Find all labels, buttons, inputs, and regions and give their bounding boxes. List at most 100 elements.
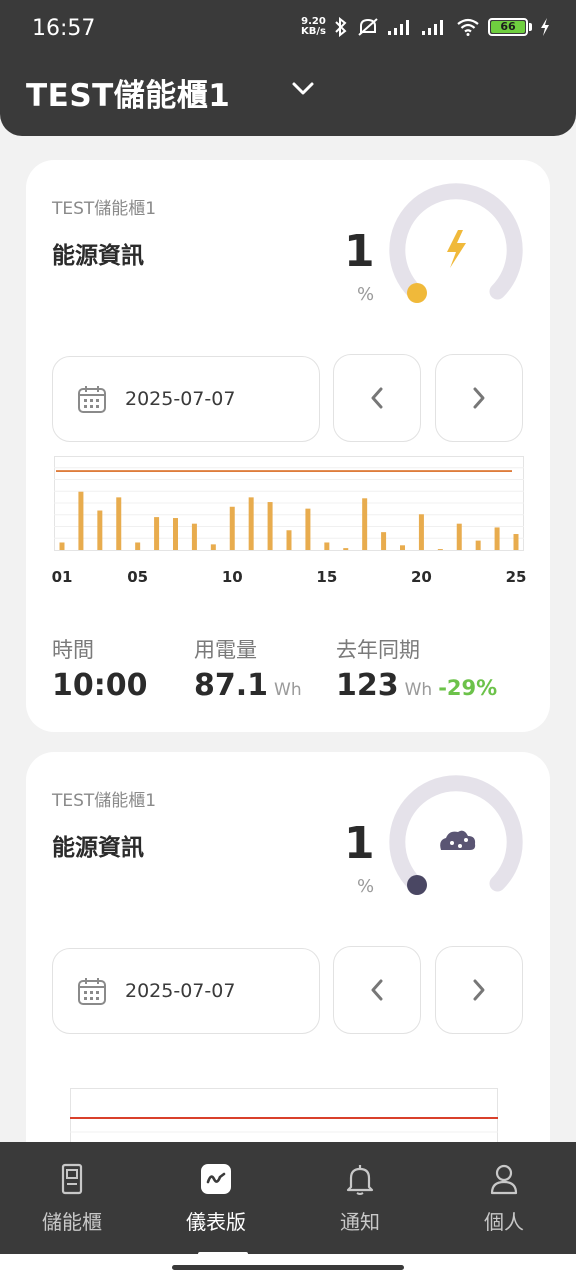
chart-bar (400, 545, 405, 550)
page-title: TEST儲能櫃1 (26, 78, 231, 114)
last-year-value: 123 Wh -29% (336, 668, 498, 703)
chart-bar (210, 544, 216, 550)
chart-bar (154, 517, 160, 550)
date-picker[interactable]: 2025-07-07 (52, 948, 320, 1034)
chart-bar (286, 530, 292, 550)
dashboard-icon (201, 1164, 231, 1194)
chart-bar (116, 497, 122, 550)
chevron-left-icon (371, 979, 383, 1001)
usage-stat: 用電量 87.1 Wh (194, 634, 302, 703)
last-year-unit: Wh (404, 680, 433, 700)
chart-bar (362, 498, 368, 550)
x-tick-label: 10 (222, 568, 243, 586)
x-tick-label: 15 (316, 568, 337, 586)
cabinet-icon (61, 1163, 83, 1195)
last-year-stat: 去年同期 123 Wh -29% (336, 634, 497, 703)
chart-bar (343, 548, 349, 550)
chart-bar (173, 518, 178, 550)
tab-label: 儲能櫃 (42, 1210, 102, 1234)
energy-card-2: TEST儲能櫃1 能源資訊 1 % 2025-07-07 (26, 752, 550, 1182)
chart-bar (381, 532, 387, 550)
previous-day-button[interactable] (333, 354, 421, 442)
charging-icon (541, 18, 549, 36)
chart-bar (229, 506, 235, 550)
gauge-indicator (407, 875, 427, 895)
status-bar: 16:57 9.20 KB/s 66 (0, 0, 576, 60)
person-icon (490, 1164, 518, 1195)
status-time: 16:57 (32, 16, 96, 41)
gauge-unit: % (357, 876, 375, 897)
usage-unit: Wh (274, 680, 302, 700)
date-picker[interactable]: 2025-07-07 (52, 356, 320, 442)
chart-bar (456, 523, 462, 550)
chart-bar (248, 497, 254, 550)
gauge-unit: % (357, 284, 375, 305)
next-day-button[interactable] (435, 946, 523, 1034)
gauge-indicator (407, 283, 427, 303)
chart-bar (135, 542, 141, 550)
chart-bar (418, 514, 424, 550)
chart-bar (97, 510, 103, 550)
battery-icon: 66 (488, 18, 532, 36)
card-title: 能源資訊 (52, 243, 144, 269)
lightning-icon (447, 230, 466, 268)
last-year-label: 去年同期 (336, 638, 420, 662)
usage-value: 87.1 Wh (194, 668, 302, 703)
time-value: 10:00 (52, 668, 148, 703)
chevron-left-icon (371, 387, 383, 409)
chart-bar (324, 542, 330, 550)
next-day-button[interactable] (435, 354, 523, 442)
daily-usage-chart: 01 05 10 15 20 25 (52, 456, 527, 586)
chart-bar (59, 542, 65, 550)
chevron-right-icon (473, 979, 485, 1001)
chart-bar (475, 540, 481, 550)
site-selector[interactable]: TEST儲能櫃1 (26, 70, 230, 115)
status-icons: 9.20 KB/s 66 (301, 17, 550, 37)
chevron-down-icon[interactable] (290, 78, 316, 98)
tab-label: 通知 (340, 1210, 380, 1234)
chart-bar (437, 549, 443, 550)
tab-notifications[interactable]: 通知 (305, 1162, 415, 1235)
battery-gauge (389, 775, 523, 895)
signal-icon-2 (422, 20, 443, 35)
bell-icon (346, 1165, 374, 1195)
previous-day-button[interactable] (333, 946, 421, 1034)
chart-bar (78, 491, 84, 550)
x-tick-label: 05 (127, 568, 148, 586)
gauge-value: 1 (344, 226, 375, 277)
bluetooth-icon (335, 17, 347, 37)
date-text: 2025-07-07 (125, 980, 236, 1002)
mute-icon (358, 18, 378, 36)
chevron-right-icon (473, 387, 485, 409)
system-home-bar (0, 1254, 576, 1280)
calendar-icon (78, 386, 106, 413)
card-title: 能源資訊 (52, 835, 144, 861)
chart-bar (305, 508, 311, 550)
chart-bar (513, 534, 519, 550)
x-tick-label: 01 (52, 568, 73, 586)
x-tick-label: 20 (411, 568, 432, 586)
x-tick-label: 25 (506, 568, 527, 586)
home-indicator[interactable] (172, 1265, 404, 1270)
tab-label: 儀表版 (186, 1210, 246, 1234)
tab-dashboard[interactable]: 儀表版 (161, 1162, 271, 1235)
signal-icon (388, 20, 409, 35)
energy-card: TEST儲能櫃1 能源資訊 1 % 2025-07-07 01 05 10 15 20 2… (26, 160, 550, 732)
tab-label: 個人 (484, 1210, 524, 1234)
change-badge: -29% (438, 676, 498, 700)
cloud-icon (440, 830, 476, 850)
time-label: 時間 (52, 638, 94, 662)
time-stat: 時間 10:00 (52, 634, 148, 703)
chart-bar (191, 523, 197, 550)
card-subtitle: TEST儲能櫃1 (52, 791, 157, 811)
gauge-value: 1 (344, 818, 375, 869)
date-text: 2025-07-07 (125, 388, 236, 410)
app-header: 16:57 9.20 KB/s 66 TEST儲能櫃1 (0, 0, 576, 136)
chart-bar (267, 502, 273, 550)
tab-profile[interactable]: 個人 (449, 1162, 559, 1235)
wifi-icon (457, 18, 479, 36)
card-subtitle: TEST儲能櫃1 (52, 199, 157, 219)
calendar-icon (78, 978, 106, 1005)
tab-cabinet[interactable]: 儲能櫃 (17, 1162, 127, 1235)
chart-bar (494, 527, 500, 550)
